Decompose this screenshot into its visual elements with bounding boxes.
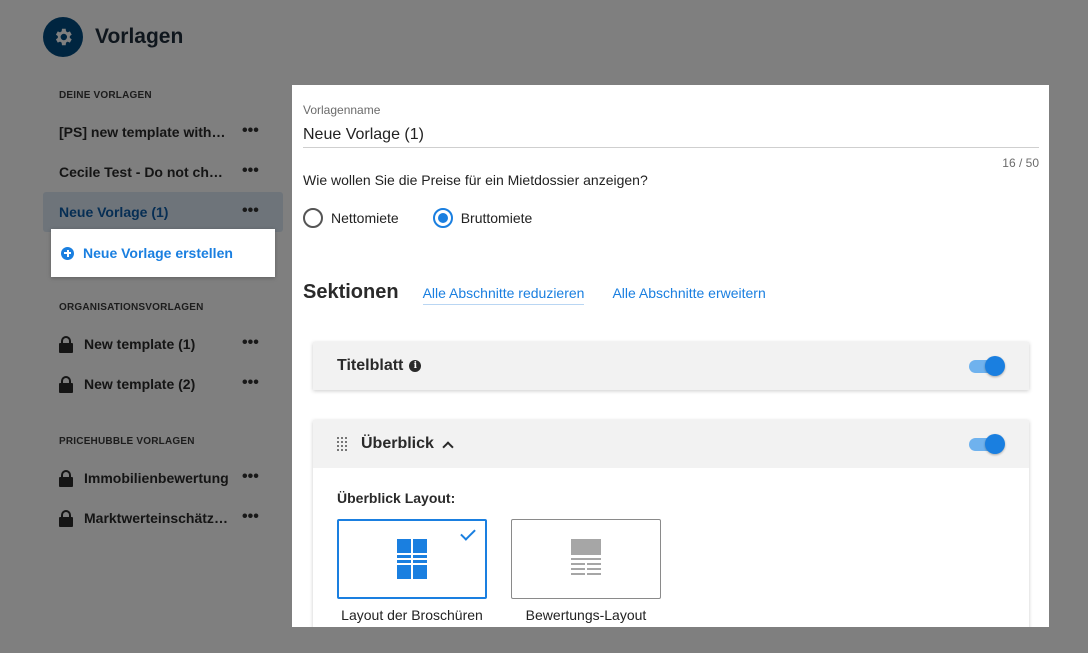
plus-circle-icon [61,246,74,260]
info-icon[interactable]: i [409,360,422,372]
template-editor-modal: Vorlagenname 16 / 50 Wie wollen Sie die … [292,85,1049,627]
new-template-button[interactable]: Neue Vorlage erstellen [51,229,275,277]
price-radio-group: Nettomiete Bruttomiete [303,208,566,228]
radio-nettomiete[interactable]: Nettomiete [303,208,399,228]
layout-card-selected[interactable] [337,519,487,599]
layout-caption: Layout der Broschüren [341,607,483,623]
check-icon [460,525,476,541]
layout-option-valuation[interactable]: Bewertungs-Layout [511,519,661,623]
expand-all-link[interactable]: Alle Abschnitte erweitern [612,285,765,301]
radio-label: Nettomiete [331,210,399,226]
chevron-up-icon[interactable] [442,440,454,453]
section-toggle[interactable] [969,434,1005,454]
section-card-ueberblick: Überblick Überblick Layout: Layout der B… [313,420,1029,627]
radio-label: Bruttomiete [460,210,533,226]
section-header[interactable]: Titelblatt i [313,342,1029,390]
layout-option-brochure[interactable]: Layout der Broschüren [337,519,487,623]
template-name-input[interactable] [303,122,1039,148]
price-question: Wie wollen Sie die Preise für ein Mietdo… [303,172,648,188]
section-title: Überblick [361,435,434,452]
radio-unchecked-icon[interactable] [303,208,323,228]
radio-checked-icon[interactable] [432,208,453,228]
collapse-all-link[interactable]: Alle Abschnitte reduzieren [422,285,585,305]
drag-handle-icon[interactable] [337,437,349,451]
layout-card[interactable] [511,519,661,599]
char-count: 16 / 50 [1002,156,1039,170]
sections-header: Sektionen Alle Abschnitte reduzieren All… [303,281,794,305]
section-card-titelblatt: Titelblatt i [313,342,1029,390]
radio-bruttomiete[interactable]: Bruttomiete [432,208,533,228]
grid-layout-icon [397,539,427,579]
sections-title: Sektionen [303,281,399,303]
template-name-label: Vorlagenname [303,103,381,117]
section-header[interactable]: Überblick [313,420,1029,468]
layout-options: Layout der Broschüren Bewertungs-Layout [337,519,1005,623]
section-toggle[interactable] [969,356,1005,376]
document-layout-icon [571,539,601,575]
section-title: Titelblatt [337,357,404,374]
new-template-label: Neue Vorlage erstellen [83,245,233,261]
section-body: Überblick Layout: Layout der Broschüren … [313,468,1029,627]
overview-layout-label: Überblick Layout: [337,490,456,506]
layout-caption: Bewertungs-Layout [525,607,647,623]
